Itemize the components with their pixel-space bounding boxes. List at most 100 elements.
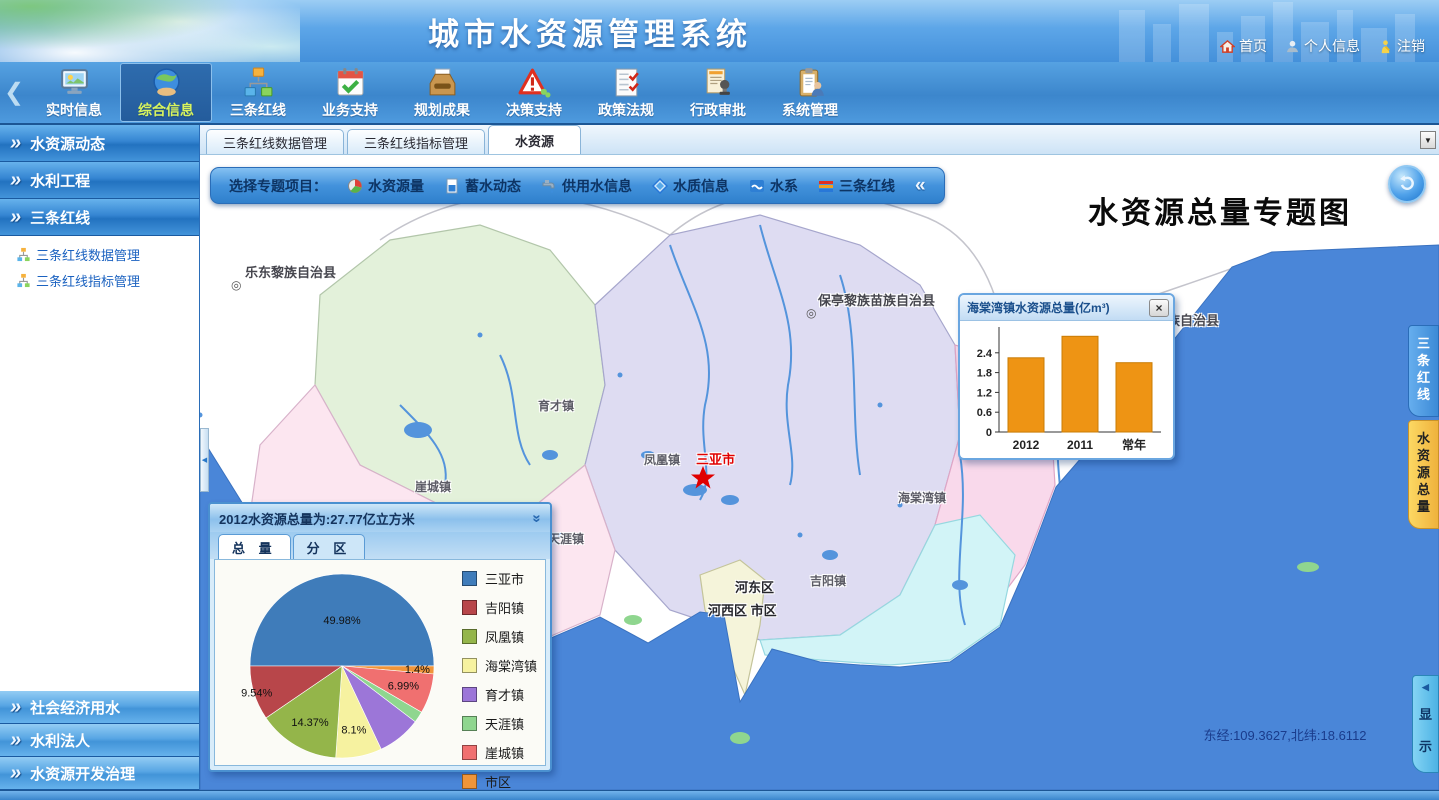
panel-collapse-icon[interactable]: » xyxy=(528,514,545,522)
tab-red-line-index-mgmt[interactable]: 三条红线指标管理 xyxy=(347,129,485,154)
sidebar-item-water-resource-dynamics[interactable]: »水资源动态 xyxy=(0,125,199,162)
sidebar-item-three-red-lines[interactable]: »三条红线 xyxy=(0,199,199,236)
side-tab-water-total-tab[interactable]: 水资源总量 xyxy=(1408,420,1439,529)
side-tab-three-red-lines-tab[interactable]: 三条红线 xyxy=(1408,325,1439,417)
tab-water-resources[interactable]: 水资源 xyxy=(488,125,581,154)
topic-item-storage-dynamics[interactable]: 蓄水动态 xyxy=(444,176,521,196)
svg-text:0: 0 xyxy=(986,427,992,439)
sidebar-item-water-dev-governance[interactable]: »水资源开发治理 xyxy=(0,757,199,790)
topic-item-water-quantity[interactable]: 水资源量 xyxy=(347,176,424,196)
tab-red-line-data-mgmt[interactable]: 三条红线数据管理 xyxy=(206,129,344,154)
admin-icon xyxy=(794,66,827,99)
map-label[interactable]: 育才镇 xyxy=(538,397,574,414)
warning-icon xyxy=(518,66,551,99)
toolbar-item-comprehensive-info[interactable]: 综合信息 xyxy=(120,63,212,122)
banner-link-home[interactable]: 首页 xyxy=(1220,36,1267,56)
panel-tab-partition[interactable]: 分 区 xyxy=(293,534,366,559)
pie-legend: 三亚市吉阳镇凤凰镇海棠湾镇育才镇天涯镇崖城镇市区 xyxy=(462,569,537,790)
map-label[interactable]: 河东区 xyxy=(735,577,774,596)
sidebar-subitem-red-line-data-mgmt[interactable]: 三条红线数据管理 xyxy=(16,245,199,264)
map-viewport[interactable]: 选择专题项目： 水资源量蓄水动态供用水信息水质信息水系三条红线 « 水资源总量专… xyxy=(200,155,1439,790)
sidebar-sub-items: 三条红线数据管理三条红线指标管理 xyxy=(0,236,199,299)
toolbar-item-administrative-approval[interactable]: 行政审批 xyxy=(672,63,764,122)
clouds-decoration xyxy=(0,0,300,62)
sidebar-item-label: 水资源开发治理 xyxy=(30,763,135,784)
toolbar-item-planning-results[interactable]: 规划成果 xyxy=(396,63,488,122)
topic-item-label: 水质信息 xyxy=(673,176,729,196)
banner-link-logout[interactable]: 注销 xyxy=(1378,36,1425,56)
sidebar-subitem-red-line-index-mgmt[interactable]: 三条红线指标管理 xyxy=(16,271,199,290)
svg-text:9.54%: 9.54% xyxy=(241,687,272,699)
tree-icon xyxy=(16,273,31,288)
map-label[interactable]: 崖城镇 xyxy=(415,478,451,495)
toolbar-item-realtime-info[interactable]: 实时信息 xyxy=(28,63,120,122)
panel-tabs: 总 量分 区 xyxy=(210,532,550,559)
side-tab-char: 资 xyxy=(1417,447,1430,464)
topic-item-water-quality-info[interactable]: 水质信息 xyxy=(652,176,729,196)
panel-tab-total[interactable]: 总 量 xyxy=(218,534,291,559)
topic-selector-bar: 选择专题项目： 水资源量蓄水动态供用水信息水质信息水系三条红线 « xyxy=(210,167,945,204)
map-label[interactable]: 吉阳镇 xyxy=(810,572,846,589)
map-label[interactable]: 乐东黎族自治县 xyxy=(245,262,336,281)
double-chevron-icon: » xyxy=(10,696,23,719)
banner-link-label: 个人信息 xyxy=(1304,36,1360,56)
topic-item-three-red-lines[interactable]: 三条红线 xyxy=(818,176,895,196)
topic-item-label: 水资源量 xyxy=(368,176,424,196)
svg-text:49.98%: 49.98% xyxy=(323,615,361,627)
toolbar-item-business-support[interactable]: 业务支持 xyxy=(304,63,396,122)
banner-link-profile[interactable]: 个人信息 xyxy=(1285,36,1360,56)
popup-title: 海棠湾镇水资源总量(亿m³) xyxy=(960,295,1173,321)
toolbar-item-system-management[interactable]: 系统管理 xyxy=(764,63,856,122)
show-panel-tab[interactable]: ◀ 显示 xyxy=(1412,675,1439,773)
toolbar-item-three-red-lines[interactable]: 三条红线 xyxy=(212,63,304,122)
refresh-icon xyxy=(1396,173,1418,195)
sidebar-item-water-projects[interactable]: »水利工程 xyxy=(0,162,199,199)
map-label[interactable]: 凤凰镇 xyxy=(644,451,680,468)
refresh-button[interactable] xyxy=(1388,165,1426,203)
legend-label: 吉阳镇 xyxy=(485,598,524,617)
toolbar-item-policies-regulations[interactable]: 政策法规 xyxy=(580,63,672,122)
tab-bar: 三条红线数据管理三条红线指标管理水资源 ▼ xyxy=(200,125,1439,155)
legend-swatch xyxy=(462,658,477,673)
sidebar-bottom-items: »社会经济用水»水利法人»水资源开发治理 xyxy=(0,691,199,790)
topic-item-label: 三条红线 xyxy=(839,176,895,196)
toolbar-item-label: 行政审批 xyxy=(690,100,746,120)
side-tab-char: 线 xyxy=(1417,386,1430,403)
map-label[interactable]: 海棠湾镇 xyxy=(898,489,946,506)
tree-icon xyxy=(16,247,31,262)
toolbar-item-decision-support[interactable]: 决策支持 xyxy=(488,63,580,122)
main-toolbar: ❮ 实时信息综合信息三条红线业务支持规划成果决策支持政策法规行政审批系统管理 xyxy=(0,62,1439,125)
svg-text:2.4: 2.4 xyxy=(977,348,993,360)
toolbar-item-label: 决策支持 xyxy=(506,100,562,120)
monitor-icon xyxy=(58,66,91,99)
toolbar-back-arrow-icon[interactable]: ❮ xyxy=(0,61,28,124)
side-tab-char: 源 xyxy=(1417,464,1430,481)
side-tab-char: 条 xyxy=(1417,352,1430,369)
orgchart-icon xyxy=(242,66,275,99)
side-tab-char: 量 xyxy=(1417,498,1430,515)
legend-item: 海棠湾镇 xyxy=(462,656,537,675)
topic-collapse-icon[interactable]: « xyxy=(915,175,926,197)
map-label[interactable]: 三亚市 xyxy=(696,449,735,468)
topic-items: 水资源量蓄水动态供用水信息 水质信息水系 三条红线 xyxy=(347,176,895,196)
pie-chart: 49.98%1.4%6.99%8.1%14.37%9.54% xyxy=(217,560,462,767)
topic-item-water-supply-info[interactable]: 供用水信息 xyxy=(541,176,632,196)
coordinates-readout: 东经:109.3627,北纬:18.6112 xyxy=(1150,725,1420,744)
tab-overflow-dropdown-icon[interactable]: ▼ xyxy=(1420,131,1436,149)
map-label[interactable]: 保亭黎族苗族自治县 xyxy=(818,290,935,309)
header-banner: 城市水资源管理系统 首页个人信息注销 xyxy=(0,0,1439,62)
legend-label: 凤凰镇 xyxy=(485,627,524,646)
legend-item: 吉阳镇 xyxy=(462,598,537,617)
legend-swatch xyxy=(462,687,477,702)
legend-swatch xyxy=(462,716,477,731)
sidebar-item-social-economic-water[interactable]: »社会经济用水 xyxy=(0,691,199,724)
svg-text:14.37%: 14.37% xyxy=(291,717,329,729)
map-label[interactable]: 天涯镇 xyxy=(548,530,584,547)
sidebar-item-label: 水利法人 xyxy=(30,730,90,751)
map-label[interactable]: 河西区 市区 xyxy=(708,600,777,619)
topic-item-river-system[interactable]: 水系 xyxy=(749,176,798,196)
sidebar-item-water-legal-person[interactable]: »水利法人 xyxy=(0,724,199,757)
popup-close-button[interactable]: × xyxy=(1149,299,1169,317)
bar-chart-popup: 海棠湾镇水资源总量(亿m³) × 00.61.21.82.420122011常年 xyxy=(958,293,1175,460)
collapse-handle[interactable]: ◀ xyxy=(200,428,209,492)
